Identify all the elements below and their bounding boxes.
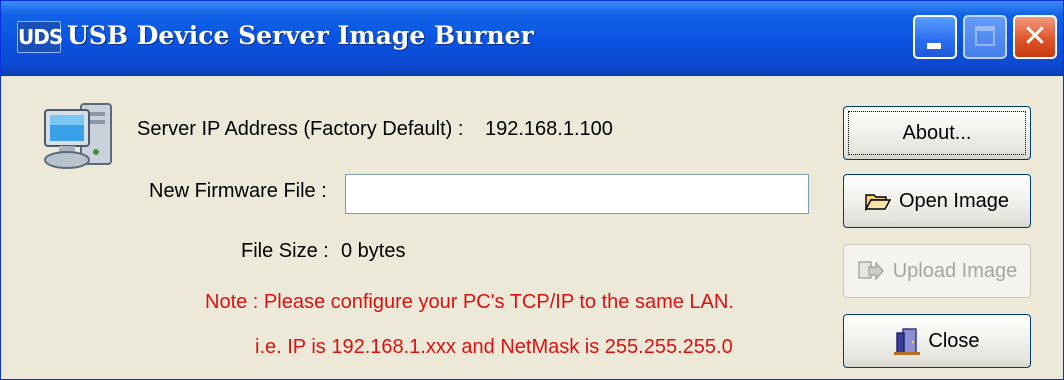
- about-button[interactable]: About...: [843, 106, 1031, 160]
- door-exit-icon: [894, 327, 921, 355]
- minimize-icon: [927, 43, 941, 49]
- maximize-icon: [975, 26, 995, 46]
- close-icon: ✕: [1022, 19, 1048, 54]
- firmware-file-input[interactable]: [345, 174, 809, 214]
- open-folder-icon: [864, 191, 891, 211]
- window-title: USB Device Server Image Burner: [67, 21, 534, 50]
- close-button-label: Close: [928, 329, 980, 352]
- computer-icon: [44, 103, 112, 169]
- server-ip-label: Server IP Address (Factory Default) :: [137, 118, 464, 140]
- server-ip-value: 192.168.1.100: [485, 118, 613, 140]
- file-size-value: 0 bytes: [341, 240, 406, 262]
- minimize-button[interactable]: [913, 15, 957, 59]
- file-size-label: File Size :: [241, 240, 329, 262]
- uds-logo-icon: UDS: [17, 21, 63, 53]
- upload-image-label: Upload Image: [892, 259, 1018, 282]
- upload-image-button: Upload Image: [843, 244, 1031, 298]
- app-window: UDS USB Device Server Image Burner ✕ Ser…: [0, 0, 1064, 380]
- title-bar[interactable]: UDS USB Device Server Image Burner ✕: [1, 1, 1063, 76]
- close-button[interactable]: Close: [843, 314, 1031, 368]
- note-line-1: Note : Please configure your PC's TCP/IP…: [205, 291, 734, 313]
- window-close-button[interactable]: ✕: [1013, 15, 1057, 59]
- open-image-label: Open Image: [898, 189, 1010, 212]
- dialog-body: Server IP Address (Factory Default) : 19…: [9, 76, 1057, 373]
- maximize-button: [963, 15, 1007, 59]
- firmware-file-label: New Firmware File :: [149, 180, 327, 202]
- open-image-button[interactable]: Open Image: [843, 174, 1031, 228]
- upload-icon: [857, 260, 885, 282]
- focus-rectangle: [848, 111, 1026, 155]
- note-line-2: i.e. IP is 192.168.1.xxx and NetMask is …: [255, 336, 733, 358]
